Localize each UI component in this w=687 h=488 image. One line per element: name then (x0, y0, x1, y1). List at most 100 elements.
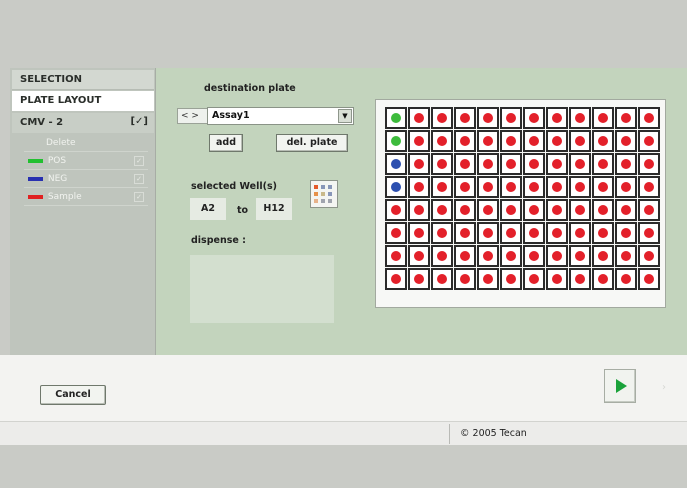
well-D3[interactable] (431, 176, 453, 198)
well-H4[interactable] (454, 268, 476, 290)
well-D11[interactable] (615, 176, 637, 198)
well-G9[interactable] (569, 245, 591, 267)
well-F3[interactable] (431, 222, 453, 244)
well-H7[interactable] (523, 268, 545, 290)
well-F8[interactable] (546, 222, 568, 244)
well-G5[interactable] (477, 245, 499, 267)
well-B8[interactable] (546, 130, 568, 152)
well-G6[interactable] (500, 245, 522, 267)
well-H1[interactable] (385, 268, 407, 290)
well-A6[interactable] (500, 107, 522, 129)
well-G10[interactable] (592, 245, 614, 267)
well-D1[interactable] (385, 176, 407, 198)
well-A10[interactable] (592, 107, 614, 129)
well-F10[interactable] (592, 222, 614, 244)
plate-nav-arrows[interactable]: < > (177, 108, 209, 124)
well-G3[interactable] (431, 245, 453, 267)
sidebar-item-sample[interactable]: Sample ✓ (24, 189, 148, 206)
well-H10[interactable] (592, 268, 614, 290)
pos-checkbox[interactable]: ✓ (134, 156, 144, 166)
well-C4[interactable] (454, 153, 476, 175)
well-C1[interactable] (385, 153, 407, 175)
well-D2[interactable] (408, 176, 430, 198)
well-E12[interactable] (638, 199, 660, 221)
well-C7[interactable] (523, 153, 545, 175)
well-F6[interactable] (500, 222, 522, 244)
destination-plate-select[interactable]: Assay1 ▼ (207, 107, 354, 125)
delete-plate-button[interactable]: del. plate (276, 134, 348, 152)
well-F5[interactable] (477, 222, 499, 244)
well-A9[interactable] (569, 107, 591, 129)
well-B12[interactable] (638, 130, 660, 152)
well-B5[interactable] (477, 130, 499, 152)
well-B11[interactable] (615, 130, 637, 152)
sample-checkbox[interactable]: ✓ (134, 192, 144, 202)
well-H9[interactable] (569, 268, 591, 290)
well-B4[interactable] (454, 130, 476, 152)
well-F2[interactable] (408, 222, 430, 244)
well-C6[interactable] (500, 153, 522, 175)
well-C11[interactable] (615, 153, 637, 175)
sidebar-item-pos[interactable]: POS ✓ (24, 153, 148, 170)
run-button[interactable] (604, 369, 636, 403)
well-B2[interactable] (408, 130, 430, 152)
well-E2[interactable] (408, 199, 430, 221)
well-G1[interactable] (385, 245, 407, 267)
well-D9[interactable] (569, 176, 591, 198)
well-B1[interactable] (385, 130, 407, 152)
assay-checkbox[interactable]: [✓] (130, 116, 148, 127)
neg-checkbox[interactable]: ✓ (134, 174, 144, 184)
well-H5[interactable] (477, 268, 499, 290)
well-A12[interactable] (638, 107, 660, 129)
well-E4[interactable] (454, 199, 476, 221)
well-C9[interactable] (569, 153, 591, 175)
well-A5[interactable] (477, 107, 499, 129)
well-F1[interactable] (385, 222, 407, 244)
well-E10[interactable] (592, 199, 614, 221)
nav-assay-cmv[interactable]: CMV - 2 [✓] (12, 113, 154, 133)
well-B6[interactable] (500, 130, 522, 152)
well-G4[interactable] (454, 245, 476, 267)
well-A7[interactable] (523, 107, 545, 129)
well-D8[interactable] (546, 176, 568, 198)
sidebar-item-neg[interactable]: NEG ✓ (24, 171, 148, 188)
well-selection-icon[interactable] (310, 180, 338, 208)
well-E11[interactable] (615, 199, 637, 221)
well-B9[interactable] (569, 130, 591, 152)
well-F9[interactable] (569, 222, 591, 244)
well-C12[interactable] (638, 153, 660, 175)
well-G8[interactable] (546, 245, 568, 267)
well-A2[interactable] (408, 107, 430, 129)
well-F4[interactable] (454, 222, 476, 244)
well-H6[interactable] (500, 268, 522, 290)
well-D4[interactable] (454, 176, 476, 198)
well-D10[interactable] (592, 176, 614, 198)
well-G12[interactable] (638, 245, 660, 267)
well-F12[interactable] (638, 222, 660, 244)
well-B7[interactable] (523, 130, 545, 152)
well-H3[interactable] (431, 268, 453, 290)
well-A3[interactable] (431, 107, 453, 129)
chevron-down-icon[interactable]: ▼ (338, 109, 352, 123)
add-plate-button[interactable]: add (209, 134, 243, 152)
well-A11[interactable] (615, 107, 637, 129)
well-H8[interactable] (546, 268, 568, 290)
well-A1[interactable] (385, 107, 407, 129)
nav-plate-layout[interactable]: PLATE LAYOUT (12, 91, 154, 111)
well-F7[interactable] (523, 222, 545, 244)
well-D12[interactable] (638, 176, 660, 198)
well-C3[interactable] (431, 153, 453, 175)
well-D5[interactable] (477, 176, 499, 198)
well-C10[interactable] (592, 153, 614, 175)
well-E7[interactable] (523, 199, 545, 221)
well-G11[interactable] (615, 245, 637, 267)
nav-selection[interactable]: SELECTION (12, 70, 154, 90)
well-H11[interactable] (615, 268, 637, 290)
cancel-button[interactable]: Cancel (40, 385, 106, 405)
sidebar-item-delete[interactable]: Delete (24, 135, 148, 152)
well-G7[interactable] (523, 245, 545, 267)
well-E3[interactable] (431, 199, 453, 221)
well-E9[interactable] (569, 199, 591, 221)
well-D7[interactable] (523, 176, 545, 198)
well-F11[interactable] (615, 222, 637, 244)
